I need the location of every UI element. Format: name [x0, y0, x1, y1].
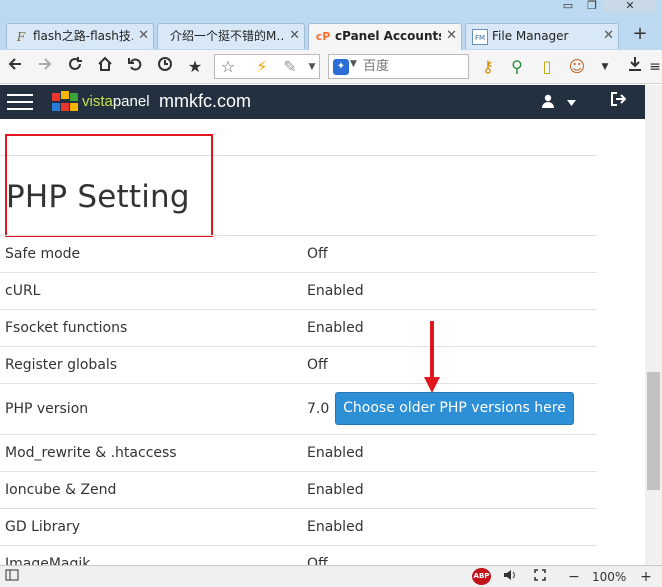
brand-suffix: panel [112, 93, 150, 110]
setting-row-curl: cURL Enabled [0, 272, 597, 310]
monkey-icon[interactable]: ☺ [566, 56, 588, 78]
setting-value: Enabled [307, 283, 364, 299]
pin-icon[interactable]: ✎ [279, 56, 301, 78]
browser-toolbar: ★ ☆ ⚡ ✎ ▼ ✦ ▼ ⚷ ⚲ ▯ ☺ ▼ ≡ [0, 50, 662, 84]
search-box[interactable]: ✦ ▼ [328, 54, 469, 79]
volume-icon[interactable] [502, 568, 518, 586]
choose-older-php-button[interactable]: Choose older PHP versions here [335, 392, 574, 425]
hamburger-menu-icon[interactable] [7, 94, 33, 110]
caret-down-icon [567, 100, 576, 106]
tab-close-icon[interactable]: ✕ [138, 24, 149, 48]
home-icon[interactable] [94, 56, 116, 78]
tab-cpanel-accounts[interactable]: cP cPanel Accounts… ✕ [308, 23, 462, 50]
setting-value: Enabled [307, 519, 364, 535]
notes-icon[interactable]: ▯ [536, 56, 558, 78]
minimize-button[interactable]: ▭ [556, 0, 580, 12]
title-highlight-box [5, 134, 213, 237]
zoom-level[interactable]: 100% [592, 568, 626, 586]
tab-flash[interactable]: F flash之路-flash技… ✕ [6, 23, 154, 49]
setting-value: Enabled [307, 445, 364, 461]
tab-label: flash之路-flash技… [33, 29, 133, 43]
magnifier-icon[interactable]: ⚲ [506, 56, 528, 78]
domain-name: mmkfc.com [159, 91, 251, 111]
vistapanel-header: vistapanel mmkfc.com [0, 85, 645, 119]
setting-label: PHP version [5, 401, 89, 417]
fullscreen-icon[interactable] [532, 568, 548, 586]
setting-value: Off [307, 357, 328, 373]
setting-value: Enabled [307, 482, 364, 498]
user-menu-button[interactable] [541, 93, 581, 111]
setting-value: 7.0 [307, 401, 330, 417]
setting-label: Ioncube & Zend [5, 482, 117, 498]
setting-label: ImageMagik [5, 556, 91, 565]
setting-row-fsocket: Fsocket functions Enabled [0, 309, 597, 347]
tab-label: cPanel Accounts… [335, 29, 441, 43]
key-icon[interactable]: ⚷ [477, 56, 499, 78]
user-icon [542, 94, 554, 108]
history-icon[interactable] [154, 56, 176, 78]
scrollbar-thumb[interactable] [647, 372, 660, 490]
vertical-scrollbar[interactable] [645, 85, 662, 565]
add-bookmark-star-icon[interactable]: ☆ [217, 56, 239, 78]
setting-label: Fsocket functions [5, 320, 128, 336]
reload-icon[interactable] [64, 56, 86, 78]
tab-mysql-article[interactable]: 介绍一个挺不错的M… ✕ [157, 23, 305, 49]
new-tab-button[interactable]: + [628, 23, 652, 47]
setting-label: GD Library [5, 519, 81, 535]
tab-close-icon[interactable]: ✕ [289, 24, 300, 48]
tab-label: File Manager [492, 29, 569, 43]
file-manager-icon: FM [472, 29, 488, 45]
tab-close-icon[interactable]: ✕ [446, 24, 457, 48]
brand-name: vistapanel [82, 93, 150, 110]
setting-row-ioncube: Ioncube & Zend Enabled [0, 471, 597, 509]
tab-label: 介绍一个挺不错的M… [170, 29, 284, 43]
setting-label: Register globals [5, 357, 118, 373]
cpanel-icon: cP [315, 30, 331, 43]
dropdown-arrow-icon[interactable]: ▼ [301, 56, 323, 78]
setting-row-register-globals: Register globals Off [0, 346, 597, 384]
adblock-icon[interactable]: ABP [472, 568, 491, 585]
search-engine-dropdown-icon[interactable]: ▼ [350, 59, 357, 69]
search-input[interactable] [363, 57, 465, 76]
sidebar-toggle-icon[interactable] [4, 568, 20, 586]
extensions-dropdown-icon[interactable]: ▼ [594, 56, 616, 78]
zoom-out-icon[interactable]: − [566, 568, 582, 586]
setting-row-safe-mode: Safe mode Off [0, 235, 597, 273]
main-content: PHP Setting Safe mode Off cURL Enabled F… [0, 119, 645, 565]
download-icon[interactable] [624, 56, 646, 78]
setting-row-imagemagik: ImageMagik Off [0, 545, 597, 565]
back-icon[interactable] [4, 56, 26, 78]
close-window-button[interactable]: ✕ [604, 0, 656, 12]
status-bar: ABP − 100% + [0, 565, 662, 587]
vistapanel-logo-icon [52, 91, 78, 113]
tab-strip: ▭ ❐ ✕ F flash之路-flash技… ✕ 介绍一个挺不错的M… ✕ c… [0, 0, 662, 50]
flash-site-icon: F [16, 30, 26, 44]
setting-label: cURL [5, 283, 41, 299]
address-bar-group[interactable]: ☆ ⚡ ✎ ▼ [214, 54, 320, 79]
setting-label: Mod_rewrite & .htaccess [5, 445, 177, 461]
annotation-arrow-head [424, 377, 440, 393]
forward-icon[interactable] [34, 56, 56, 78]
zoom-in-icon[interactable]: + [638, 568, 654, 586]
setting-row-gd-library: GD Library Enabled [0, 508, 597, 546]
browser-window: ▭ ❐ ✕ F flash之路-flash技… ✕ 介绍一个挺不错的M… ✕ c… [0, 0, 662, 587]
tab-close-icon[interactable]: ✕ [603, 24, 614, 48]
setting-row-mod-rewrite: Mod_rewrite & .htaccess Enabled [0, 434, 597, 472]
menu-icon[interactable]: ≡ [648, 56, 662, 78]
bookmarks-star-icon[interactable]: ★ [184, 56, 206, 78]
lightning-icon[interactable]: ⚡ [251, 56, 273, 78]
restore-button[interactable]: ❐ [580, 0, 604, 12]
setting-value: Off [307, 556, 328, 565]
tab-file-manager[interactable]: FM File Manager ✕ [465, 23, 619, 49]
undo-close-icon[interactable] [124, 56, 146, 78]
setting-value: Off [307, 246, 328, 262]
baidu-paw-icon[interactable]: ✦ [333, 59, 349, 75]
setting-label: Safe mode [5, 246, 81, 262]
setting-value: Enabled [307, 320, 364, 336]
brand-prefix: vista [82, 93, 113, 110]
annotation-arrow-shaft [430, 321, 434, 379]
logout-icon[interactable] [609, 92, 627, 110]
